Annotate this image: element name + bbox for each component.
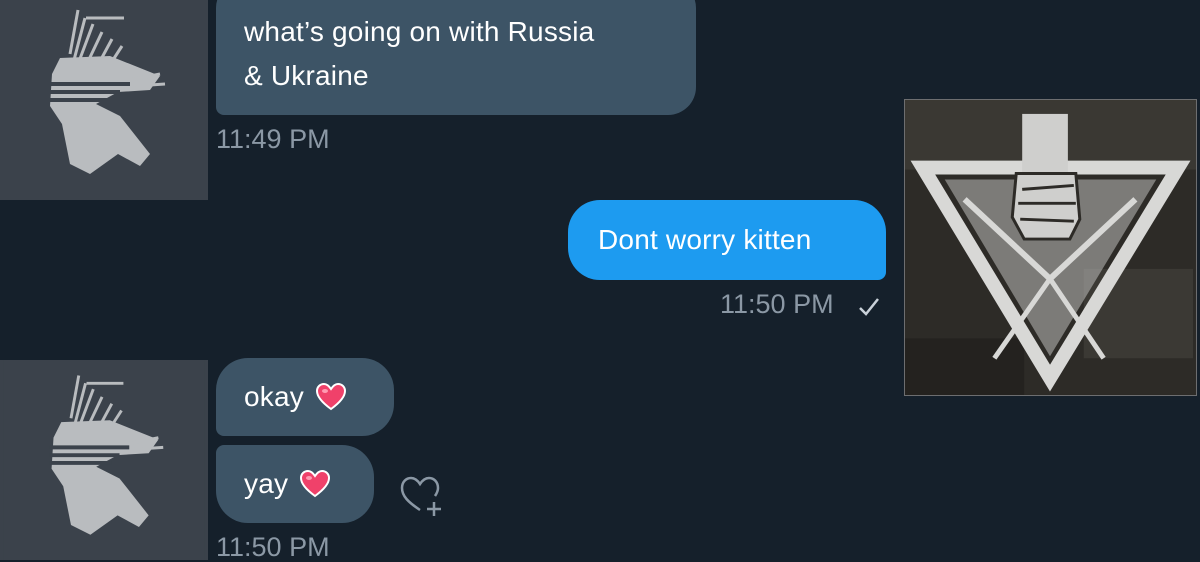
message-text: okay — [244, 381, 304, 412]
triangle-fist-avatar-image — [905, 100, 1196, 395]
incoming-message-bubble[interactable]: yay — [216, 445, 374, 523]
message-text: what’s going on with Russia — [244, 16, 595, 47]
message-text: yay — [244, 468, 289, 499]
outgoing-message-bubble[interactable]: Dont worry kitten — [568, 200, 886, 280]
eagle-avatar-image — [0, 0, 208, 200]
contact-avatar[interactable] — [0, 0, 208, 200]
incoming-message-bubble[interactable]: what’s going on with Russia & Ukraine — [216, 0, 696, 115]
contact-avatar[interactable] — [0, 360, 208, 560]
message-text-line-2: & Ukraine — [244, 60, 369, 91]
add-reaction-icon[interactable] — [398, 472, 444, 518]
heart-emoji-icon — [300, 470, 331, 498]
message-timestamp: 11:50 PM — [720, 289, 834, 319]
eagle-avatar-image — [3, 360, 205, 560]
incoming-message-bubble[interactable]: okay — [216, 358, 394, 436]
message-timestamp: 11:49 PM — [216, 124, 330, 154]
own-avatar[interactable] — [904, 99, 1197, 396]
heart-emoji-icon — [315, 383, 346, 411]
checkmark-icon — [859, 298, 879, 316]
message-text: Dont worry kitten — [598, 224, 812, 255]
